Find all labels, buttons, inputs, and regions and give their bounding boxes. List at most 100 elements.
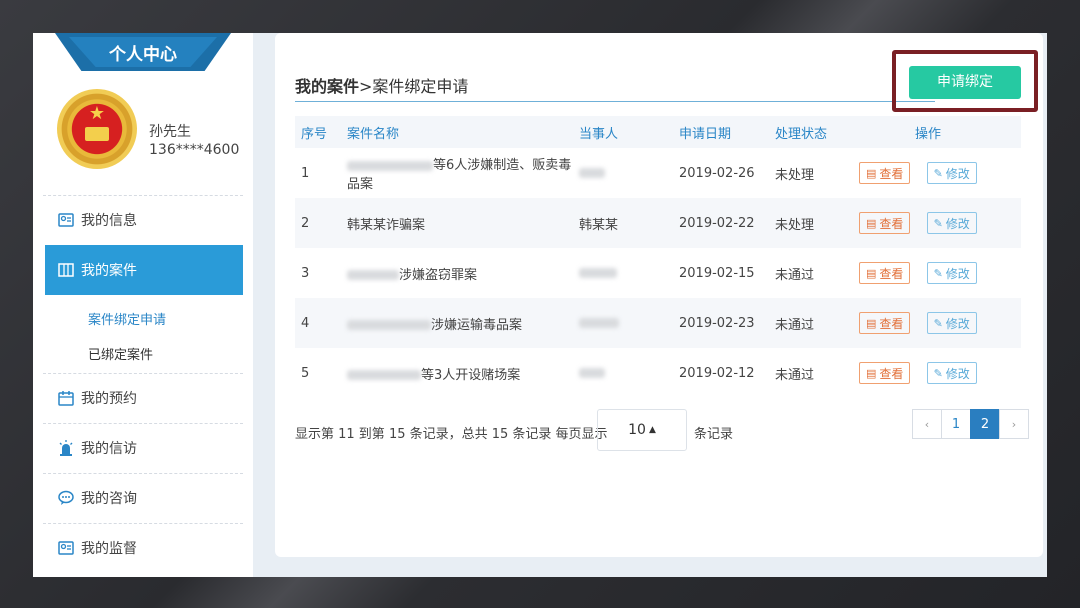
cell-party [573,298,673,348]
sidebar-item-my-info[interactable]: 我的信息 [45,195,243,245]
title-underline [295,101,935,102]
edit-icon: ✎ [933,266,943,280]
breadcrumb-separator: > [359,77,373,96]
breadcrumb-section[interactable]: 我的案件 [295,77,359,96]
sidebar-item-label: 我的信访 [81,441,137,457]
edit-icon: ✎ [933,166,943,180]
edit-button[interactable]: ✎ 修改 [926,312,977,334]
cell-actions: ▤ 查看 ✎ 修改 [859,298,1021,348]
alarm-light-icon [57,439,75,457]
pagination-summary: 显示第 11 到第 15 条记录，总共 15 条记录 每页显示 [295,427,608,442]
page-button-2[interactable]: 2 [970,409,1000,439]
cell-actions: ▤ 查看 ✎ 修改 [859,198,1021,248]
view-button[interactable]: ▤ 查看 [859,312,911,334]
col-header-party: 当事人 [573,116,673,148]
col-header-case-name: 案件名称 [341,116,573,148]
cell-status: 未通过 [775,367,815,383]
cell-party [573,148,673,198]
apply-binding-button[interactable]: 申请绑定 [909,66,1021,99]
cell-date: 2019-02-26 [679,165,755,181]
pagination: ‹ 1 2 › [912,409,1029,439]
redacted-text [347,320,431,330]
page-size-select[interactable]: 10 ▲ [597,409,687,451]
user-phone: 136****4600 [149,142,240,158]
edit-button[interactable]: ✎ 修改 [926,212,977,234]
redacted-text [579,268,617,278]
view-button[interactable]: ▤ 查看 [859,162,911,184]
redacted-text [579,368,605,378]
sidebar-item-my-supervision[interactable]: 我的监督 [45,523,243,573]
cell-party: 韩某某 [573,198,673,248]
subnav-bound-cases[interactable]: 已绑定案件 [88,344,153,363]
view-button[interactable]: ▤ 查看 [859,362,911,384]
user-name: 孙先生 [149,124,191,140]
table-header-row: 序号 案件名称 当事人 申请日期 处理状态 操作 [295,116,1021,148]
col-header-status: 处理状态 [769,116,859,148]
pagination-suffix: 条记录 [694,427,734,442]
redacted-text [347,160,433,171]
edit-button[interactable]: ✎ 修改 [926,162,977,184]
table-row: 3 涉嫌盗窃罪案 2019-02-15 未通过 ▤ 查看 ✎ 修改 [295,248,1021,298]
cell-no: 4 [295,298,341,348]
redacted-text [579,318,619,328]
cell-date: 2019-02-15 [679,265,755,281]
edit-icon: ✎ [933,366,943,380]
procuratorate-emblem-icon: ★ [57,89,137,169]
col-header-date: 申请日期 [673,116,769,148]
cell-case-name: 等6人涉嫌制造、贩卖毒品案 [347,158,572,192]
screen: 个人中心 ★ 孙先生 136****4600 我的信息 我的案件 案件绑定申请 … [33,33,1047,577]
next-page-button[interactable]: › [999,409,1029,439]
view-button[interactable]: ▤ 查看 [859,262,911,284]
cell-no: 2 [295,198,341,248]
table-row: 2 韩某某诈骗案 韩某某 2019-02-22 未处理 ▤ 查看 ✎ 修改 [295,198,1021,248]
edit-button[interactable]: ✎ 修改 [926,362,977,384]
sidebar-item-my-cases[interactable]: 我的案件 [45,245,243,295]
cell-status: 未处理 [769,198,859,248]
cell-no: 5 [301,365,310,381]
view-button[interactable]: ▤ 查看 [859,212,911,234]
cell-no: 1 [301,165,310,181]
sidebar-item-label: 我的信息 [81,213,137,229]
view-icon: ▤ [866,316,877,330]
id-card-icon [57,539,75,557]
sidebar-banner: 个人中心 [55,33,231,71]
main-panel: 我的案件>案件绑定申请 申请绑定 序号 案件名称 当事人 申请日期 处理状态 操… [275,33,1043,557]
edit-icon: ✎ [933,216,943,230]
cell-date: 2019-02-23 [673,298,769,348]
sidebar-item-my-appointments[interactable]: 我的预约 [45,373,243,423]
view-icon: ▤ [866,366,877,380]
redacted-text [347,270,399,280]
col-header-no: 序号 [295,116,341,148]
sidebar: 个人中心 ★ 孙先生 136****4600 我的信息 我的案件 案件绑定申请 … [33,33,253,577]
table-row: 5 等3人开设赌场案 2019-02-12 未通过 ▤ 查看 ✎ 修改 [295,348,1021,398]
cell-date: 2019-02-12 [679,365,755,381]
cell-actions: ▤ 查看 ✎ 修改 [859,348,1021,398]
prev-page-button[interactable]: ‹ [912,409,942,439]
cell-case-name: 涉嫌运输毒品案 [341,298,573,348]
subnav-case-binding-request[interactable]: 案件绑定申请 [88,309,166,328]
page-button-1[interactable]: 1 [941,409,971,439]
cell-party [573,348,673,398]
cell-case-name: 韩某某诈骗案 [341,198,573,248]
calendar-icon [57,389,75,407]
caret-up-icon: ▲ [648,425,656,435]
table-row: 4 涉嫌运输毒品案 2019-02-23 未通过 ▤ 查看 ✎ 修改 [295,298,1021,348]
sidebar-item-label: 我的预约 [81,391,137,407]
cell-status: 未处理 [775,167,815,183]
edit-button[interactable]: ✎ 修改 [926,262,977,284]
sidebar-item-my-consultations[interactable]: 我的咨询 [45,473,243,523]
cell-case-name: 等3人开设赌场案 [341,348,573,398]
view-icon: ▤ [866,216,877,230]
view-icon: ▤ [866,166,877,180]
cell-case-name: 涉嫌盗窃罪案 [341,248,573,298]
sidebar-item-my-petitions[interactable]: 我的信访 [45,423,243,473]
sidebar-item-label: 我的案件 [81,263,137,279]
case-table: 序号 案件名称 当事人 申请日期 处理状态 操作 1 等6人涉嫌制造、贩卖毒品案… [295,116,1021,398]
cell-status: 未通过 [775,267,815,283]
sidebar-title: 个人中心 [109,45,177,65]
cell-no: 3 [301,265,310,281]
view-icon: ▤ [866,266,877,280]
sidebar-item-label: 我的咨询 [81,491,137,507]
edit-icon: ✎ [933,316,943,330]
cell-actions: ▤ 查看 ✎ 修改 [859,248,1021,298]
